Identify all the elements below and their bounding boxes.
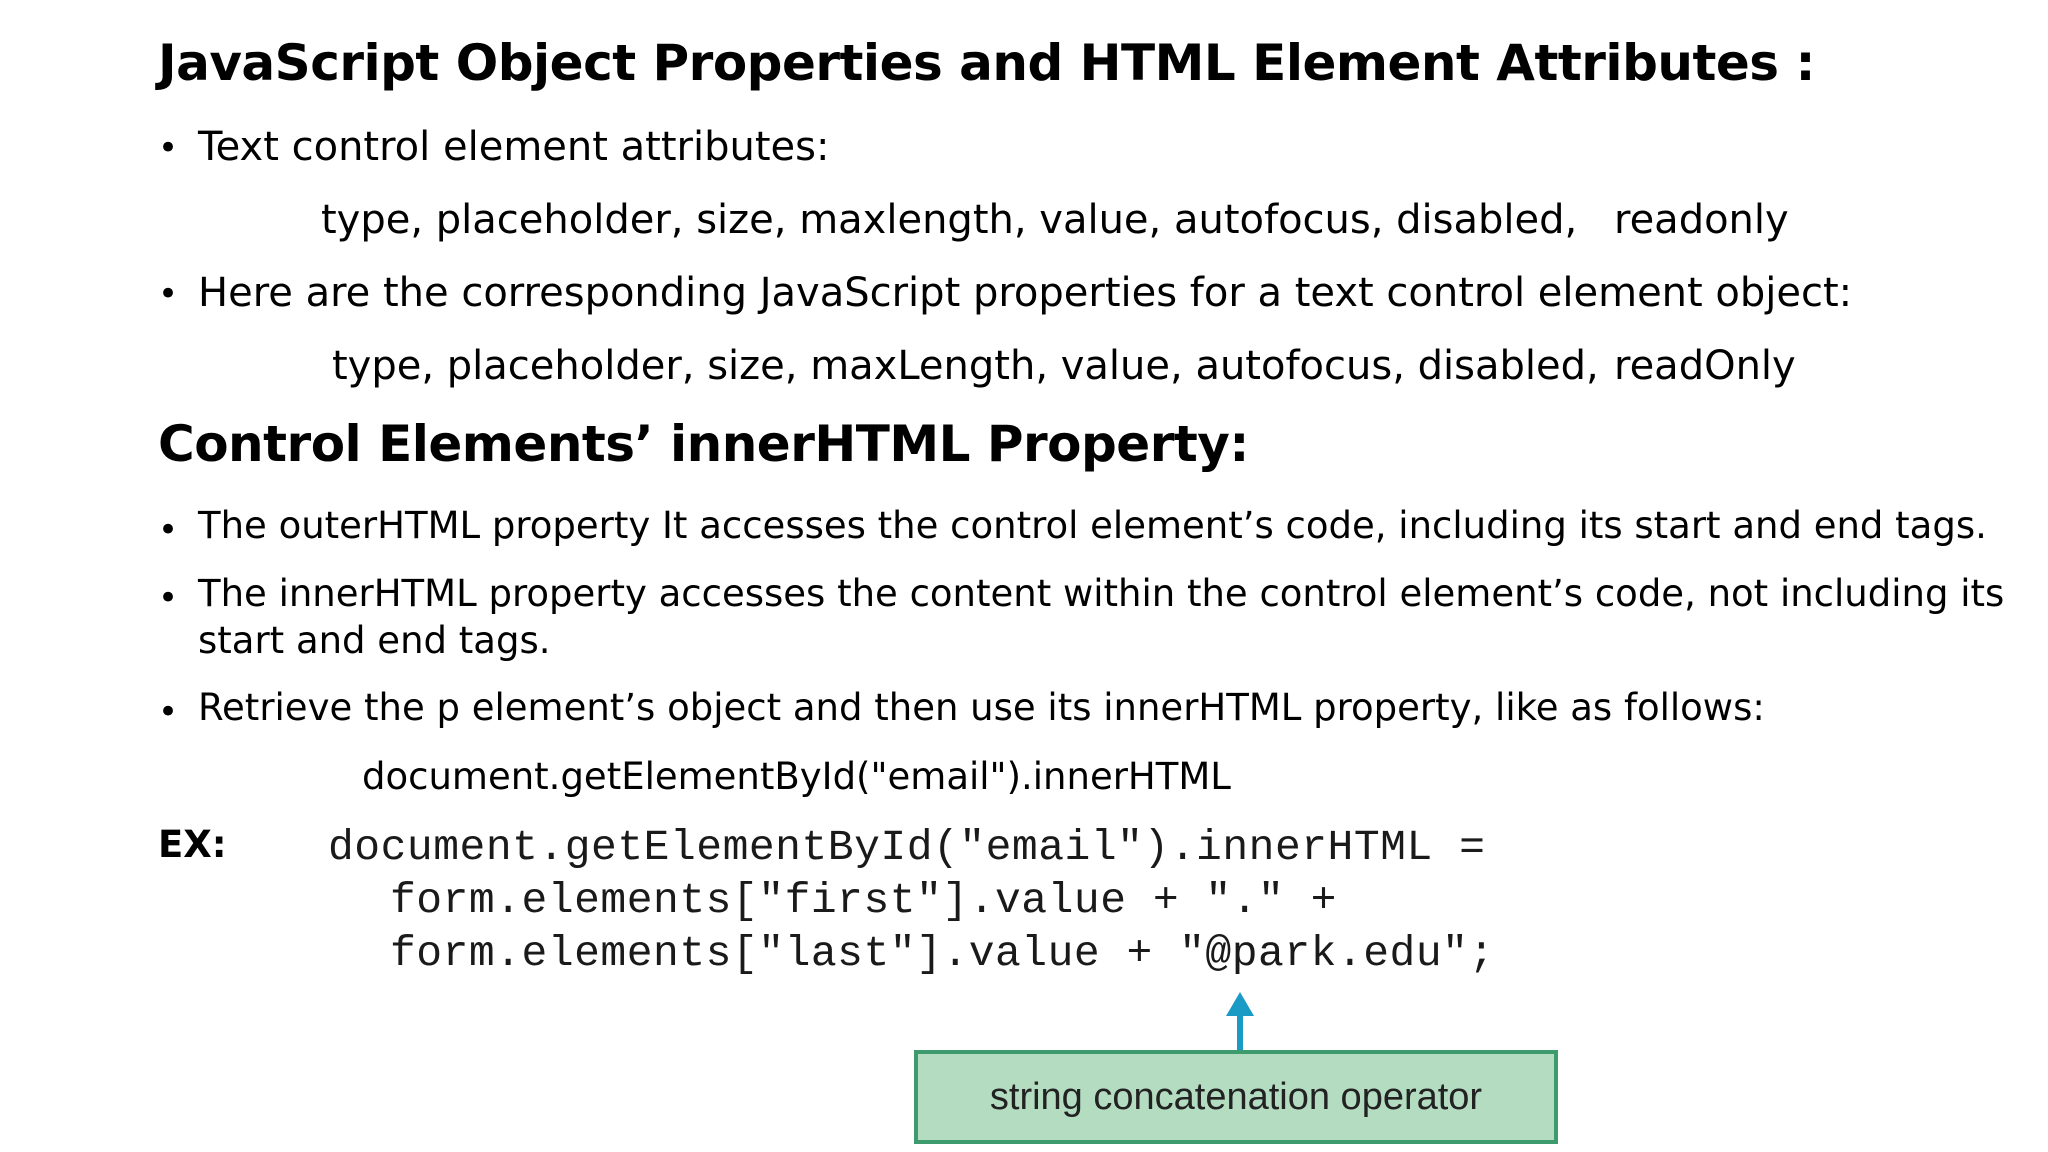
- bullet-marker: •: [158, 274, 179, 314]
- title-innerhtml-property: Control Elements’ innerHTML Property:: [158, 415, 1249, 473]
- bullet-text-js-properties: Here are the corresponding JavaScript pr…: [198, 270, 1853, 316]
- example-label: EX:: [158, 823, 227, 866]
- properties-list: type, placeholder, size, maxLength, valu…: [332, 343, 1599, 389]
- bullet-marker: •: [158, 578, 179, 618]
- bullet-text-innerhtml-line2: start and end tags.: [198, 619, 551, 662]
- code-line-2: form.elements["first"].value + "." +: [390, 876, 1337, 925]
- properties-list-last: readOnly: [1614, 343, 1796, 389]
- callout-concatenation: string concatenation operator: [914, 1050, 1558, 1144]
- arrow-up-icon: [1226, 992, 1254, 1050]
- attributes-list-last: readonly: [1614, 197, 1789, 243]
- bullet-text-outerhtml: The outerHTML property It accesses the c…: [198, 504, 1987, 547]
- title-object-properties: JavaScript Object Properties and HTML El…: [158, 34, 1815, 92]
- bullet-marker: •: [158, 128, 179, 168]
- callout-label: string concatenation operator: [989, 1075, 1483, 1118]
- example-expression: document.getElementById("email").innerHT…: [362, 755, 1231, 798]
- bullet-text-retrieve: Retrieve the p element’s object and then…: [198, 686, 1765, 729]
- bullet-marker: •: [158, 510, 179, 550]
- code-line-3: form.elements["last"].value + "@park.edu…: [390, 929, 1495, 978]
- attributes-list: type, placeholder, size, maxlength, valu…: [321, 197, 1578, 243]
- bullet-text-innerhtml-line1: The innerHTML property accesses the cont…: [198, 572, 2005, 615]
- code-line-1: document.getElementById("email").innerHT…: [328, 823, 1486, 872]
- bullet-marker: •: [158, 692, 179, 732]
- bullet-text-attributes-heading: Text control element attributes:: [198, 124, 830, 170]
